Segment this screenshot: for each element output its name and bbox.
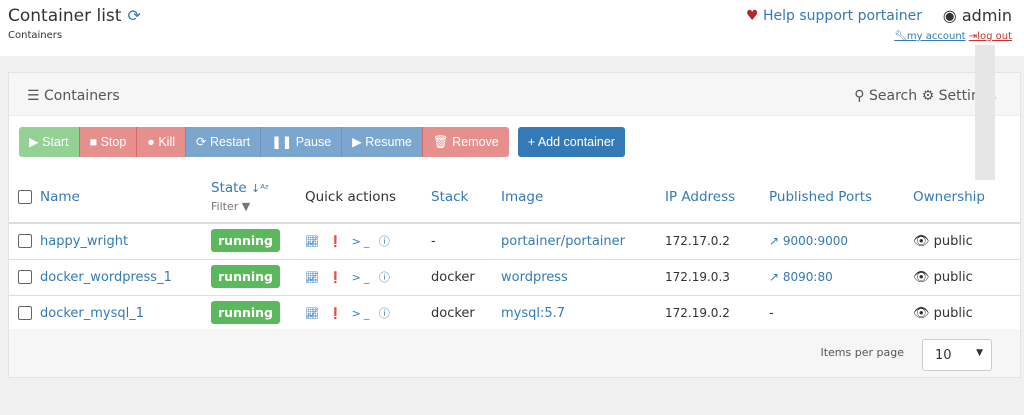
scrollbar[interactable]: [975, 45, 995, 180]
inspect-icon[interactable]: ⓘ: [379, 235, 393, 248]
table-row: docker_wordpress_1 running 📈︎ ❗ >_ ⓘ doc…: [9, 258, 1020, 295]
eye-icon: 👁︎: [913, 269, 930, 285]
stats-icon[interactable]: 📈︎: [305, 307, 322, 320]
image-link[interactable]: wordpress: [501, 270, 568, 285]
sort-state[interactable]: State ↓ᴬᶻ: [211, 180, 269, 196]
panel-title: ☰ Containers: [27, 88, 120, 104]
stats-icon[interactable]: 📈︎: [305, 235, 322, 248]
filter-icon: ▼: [241, 200, 251, 213]
list-icon: ☰: [27, 88, 40, 104]
sort-ports[interactable]: Published Ports: [769, 171, 913, 224]
stop-button[interactable]: ■ Stop: [78, 127, 137, 157]
breadcrumb: Containers: [8, 30, 63, 41]
refresh-icon[interactable]: ⟳: [127, 6, 140, 25]
resume-button[interactable]: ▶ Resume: [341, 127, 422, 157]
stats-icon[interactable]: 📈︎: [305, 271, 322, 284]
ip-address: 172.19.0.3: [665, 258, 769, 295]
kill-button[interactable]: ● Kill: [136, 127, 185, 157]
published-port-link[interactable]: ↗ 8090:80: [769, 270, 833, 284]
container-name-link[interactable]: docker_mysql_1: [40, 306, 144, 321]
heart-icon: ♥: [746, 8, 759, 24]
page-header: Container list ⟳ Containers ♥ Help suppor…: [0, 0, 1024, 56]
select-all-checkbox[interactable]: [18, 189, 32, 204]
status-badge: running: [211, 265, 280, 288]
logout-icon: ⇥: [968, 31, 978, 42]
page-title: Container list ⟳: [8, 6, 141, 26]
items-per-page-select[interactable]: 10 ▼: [922, 339, 992, 371]
containers-table: Name State ↓ᴬᶻ Filter ▼ Quick actions Sta…: [9, 171, 1020, 331]
stop-icon: ■: [89, 135, 98, 149]
inspect-icon[interactable]: ⓘ: [379, 271, 393, 284]
row-checkbox[interactable]: [18, 306, 32, 321]
sort-ownership[interactable]: Ownership: [913, 171, 1020, 224]
sort-name[interactable]: Name: [40, 189, 80, 205]
table-row: happy_wright running 📈︎ ❗ >_ ⓘ - portain…: [9, 222, 1020, 259]
table-row: docker_mysql_1 running 📈︎ ❗ >_ ⓘ docker …: [9, 294, 1020, 331]
state-filter[interactable]: Filter ▼: [211, 200, 305, 213]
console-icon[interactable]: >_: [352, 271, 373, 284]
pause-icon: ❚❚: [271, 135, 293, 149]
refresh-icon: ⟳: [196, 135, 207, 149]
stack: -: [431, 222, 501, 259]
start-button[interactable]: ▶ Start: [19, 127, 79, 157]
published-port-link[interactable]: ↗ 9000:9000: [769, 234, 848, 248]
stack: docker: [431, 258, 501, 295]
eye-icon: 👁︎: [913, 233, 930, 249]
container-name-link[interactable]: happy_wright: [40, 234, 128, 249]
bomb-icon: ●: [147, 135, 155, 149]
stack: docker: [431, 294, 501, 331]
user-icon: ◉: [942, 6, 957, 25]
console-icon[interactable]: >_: [352, 235, 373, 248]
pause-button[interactable]: ❚❚ Pause: [260, 127, 342, 157]
container-name-link[interactable]: docker_wordpress_1: [40, 270, 172, 285]
remove-button[interactable]: 🗑︎ Remove: [421, 127, 509, 157]
user-menu: ◉ admin: [942, 6, 1012, 25]
status-badge: running: [211, 229, 280, 253]
status-badge: running: [211, 301, 280, 325]
logs-icon[interactable]: ❗: [328, 271, 345, 284]
sort-icon: ↓ᴬᶻ: [251, 182, 270, 195]
inspect-icon[interactable]: ⓘ: [379, 307, 393, 320]
search-icon: ⚲: [854, 88, 865, 104]
items-per-page-label: Items per page: [820, 346, 904, 359]
play-icon: ▶: [352, 135, 362, 149]
trash-icon: 🗑︎: [432, 135, 449, 149]
row-checkbox[interactable]: [18, 234, 32, 249]
logs-icon[interactable]: ❗: [328, 235, 345, 248]
logs-icon[interactable]: ❗: [328, 307, 345, 320]
my-account-link[interactable]: 🔧︎my account: [894, 31, 965, 42]
ports: -: [769, 305, 774, 321]
play-icon: ▶: [29, 135, 39, 149]
col-quick-actions: Quick actions: [305, 171, 431, 224]
external-link-icon: ↗: [769, 269, 780, 284]
image-link[interactable]: portainer/portainer: [501, 234, 625, 249]
containers-panel: ☰ Containers ⚲ Search ⚙ Settings ▶ Start…: [8, 72, 1021, 378]
wrench-icon: 🔧︎: [894, 31, 907, 42]
help-support-link[interactable]: ♥ Help support portainer: [746, 8, 922, 24]
caret-down-icon: ▼: [976, 348, 983, 358]
ip-address: 172.17.0.2: [665, 222, 769, 259]
plus-icon: +: [527, 135, 536, 149]
row-checkbox[interactable]: [18, 270, 32, 284]
image-link[interactable]: mysql:5.7: [501, 306, 565, 321]
external-link-icon: ↗: [769, 233, 780, 248]
gear-icon: ⚙: [921, 88, 935, 104]
eye-icon: 👁︎: [913, 305, 930, 321]
restart-button[interactable]: ⟳ Restart: [185, 127, 261, 157]
add-container-button[interactable]: + Add container: [517, 127, 625, 157]
console-icon[interactable]: >_: [352, 307, 373, 320]
ip-address: 172.19.0.2: [665, 294, 769, 331]
sort-image[interactable]: Image: [501, 171, 665, 224]
sort-ip[interactable]: IP Address: [665, 171, 769, 224]
logout-link[interactable]: ⇥log out: [969, 31, 1012, 42]
search-button[interactable]: ⚲ Search: [854, 88, 917, 104]
sort-stack[interactable]: Stack: [431, 171, 501, 224]
